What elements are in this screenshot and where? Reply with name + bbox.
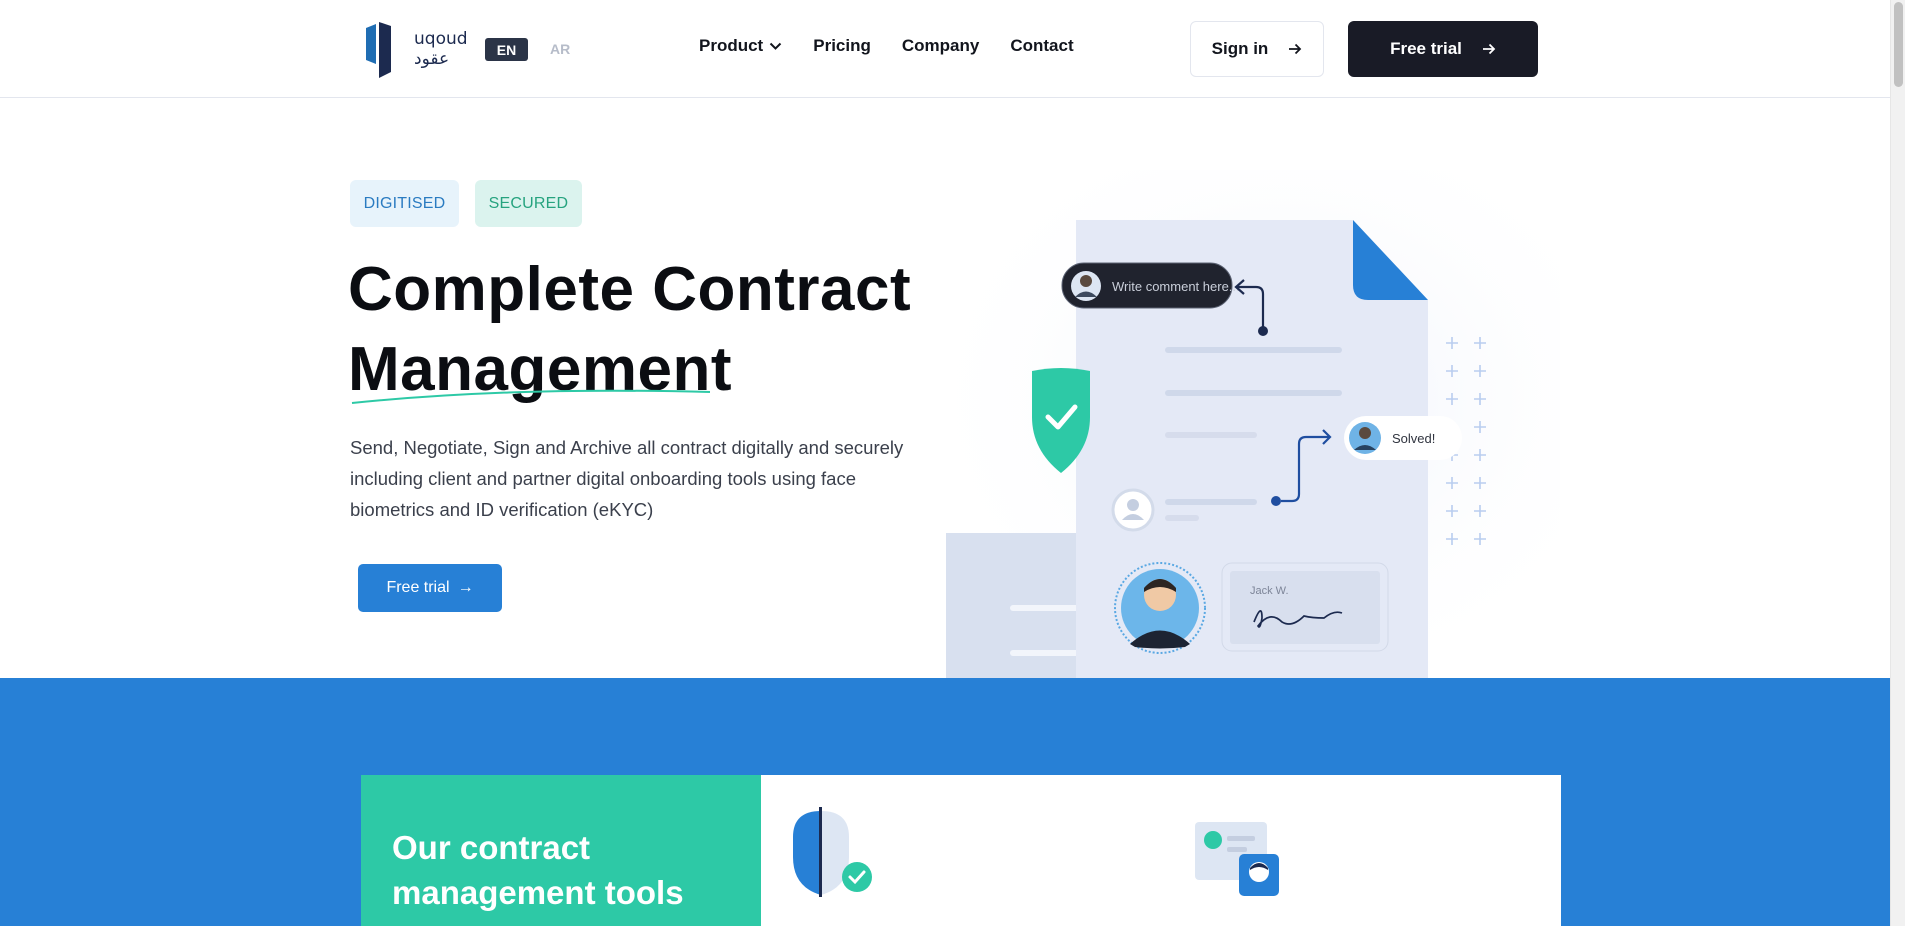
free-trial-label: Free trial xyxy=(1390,39,1462,58)
nav-pricing[interactable]: Pricing xyxy=(813,36,871,56)
signature-name: Jack W. xyxy=(1250,585,1289,597)
tools-title-line2: management tools xyxy=(392,874,684,911)
sign-in-label: Sign in xyxy=(1211,39,1269,58)
arrow-right-icon xyxy=(1482,43,1496,55)
arrow-right-icon xyxy=(1289,43,1302,55)
contract-illustration: Write comment here... Solved! Jack W. xyxy=(940,170,1560,678)
tools-title: Our contract management tools xyxy=(392,825,684,915)
nav-product[interactable]: Product xyxy=(699,36,782,56)
scrollbar-thumb[interactable] xyxy=(1894,2,1903,87)
id-verification-icon xyxy=(1195,822,1279,896)
lang-ar-toggle[interactable]: AR xyxy=(550,41,570,57)
lang-en-toggle[interactable]: EN xyxy=(485,38,528,61)
arrow-right-icon: → xyxy=(457,579,474,596)
badge-secured: SECURED xyxy=(475,180,582,227)
uqoud-logo[interactable]: uqoud عقود xyxy=(366,20,468,78)
nav-pricing-label: Pricing xyxy=(813,36,871,55)
site-header: uqoud عقود EN AR Product Pricing Company… xyxy=(0,0,1905,98)
nav-contact-label: Contact xyxy=(1010,36,1074,55)
tools-title-line1: Our contract xyxy=(392,829,591,866)
nav-company[interactable]: Company xyxy=(902,36,979,56)
hero-cta-label: Free trial xyxy=(386,579,450,596)
face-biometrics-icon xyxy=(793,807,872,897)
sign-in-button[interactable]: Sign in xyxy=(1190,21,1324,77)
chevron-down-icon xyxy=(770,42,782,50)
solved-label: Solved! xyxy=(1392,431,1435,446)
hero-free-trial-button[interactable]: Free trial → xyxy=(358,564,502,612)
hero-description: Send, Negotiate, Sign and Archive all co… xyxy=(350,437,904,520)
page-scrollbar[interactable] xyxy=(1890,0,1905,926)
nav-contact[interactable]: Contact xyxy=(1010,36,1073,56)
title-underline xyxy=(351,389,711,404)
hero-title-line1: Complete Contract xyxy=(348,255,912,324)
header-free-trial-button[interactable]: Free trial xyxy=(1348,21,1538,77)
main-nav: Product Pricing Company Contact xyxy=(699,36,1074,56)
logo-arabic: عقود xyxy=(414,49,449,69)
nav-company-label: Company xyxy=(901,36,980,55)
tools-cards-panel xyxy=(761,775,1561,926)
page: uqoud عقود EN AR Product Pricing Company… xyxy=(0,0,1905,926)
badge-digitised: DIGITISED xyxy=(350,180,459,227)
logo-wordmark: uqoud xyxy=(414,29,466,49)
nav-product-label: Product xyxy=(699,36,764,55)
comment-placeholder: Write comment here... xyxy=(1112,279,1240,294)
